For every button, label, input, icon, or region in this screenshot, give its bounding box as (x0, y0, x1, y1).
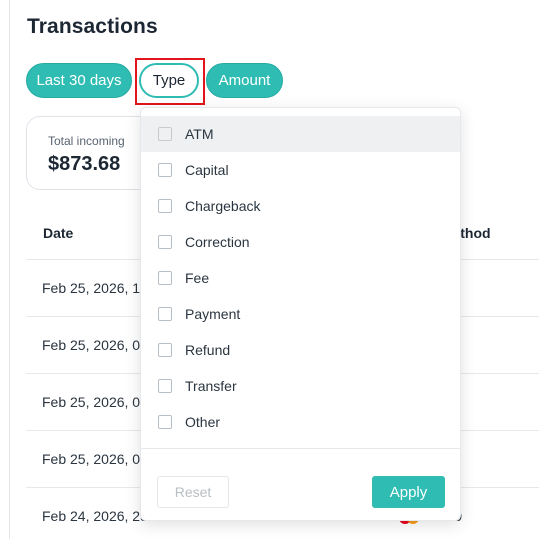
type-option-label: Chargeback (185, 198, 261, 214)
apply-button[interactable]: Apply (372, 476, 445, 508)
dropdown-divider (141, 448, 460, 449)
checkbox[interactable] (158, 379, 172, 393)
total-incoming-label: Total incoming (48, 134, 125, 148)
table-row-date[interactable]: Feb 25, 2026, 0 (42, 337, 140, 353)
total-incoming-value: $873.68 (48, 153, 121, 175)
checkbox[interactable] (158, 343, 172, 357)
page-title: Transactions (27, 15, 158, 38)
table-row-date[interactable]: Feb 25, 2026, 0 (42, 394, 140, 410)
type-option-label: Capital (185, 162, 229, 178)
type-option-label: Fee (185, 270, 210, 286)
type-option-transfer[interactable]: Transfer (141, 368, 460, 404)
type-option-label: Correction (185, 234, 250, 250)
type-filter-dropdown: ATM Capital Chargeback Correction Fee Pa… (140, 107, 461, 521)
checkbox[interactable] (158, 415, 172, 429)
type-option-capital[interactable]: Capital (141, 152, 460, 188)
checkbox[interactable] (158, 163, 172, 177)
type-filter-highlight (135, 58, 205, 105)
table-row-date[interactable]: Feb 25, 2026, 0 (42, 451, 140, 467)
type-option-label: Payment (185, 306, 241, 322)
type-option-label: Transfer (185, 378, 237, 394)
checkbox[interactable] (158, 235, 172, 249)
checkbox[interactable] (158, 199, 172, 213)
type-option-label: ATM (185, 126, 214, 142)
type-option-label: Refund (185, 342, 231, 358)
table-row-date[interactable]: Feb 25, 2026, 1 (42, 280, 140, 296)
type-option-atm[interactable]: ATM (141, 116, 460, 152)
type-option-correction[interactable]: Correction (141, 224, 460, 260)
type-option-label: Other (185, 414, 221, 430)
type-option-refund[interactable]: Refund (141, 332, 460, 368)
reset-button[interactable]: Reset (157, 476, 229, 508)
type-option-other[interactable]: Other (141, 404, 460, 440)
checkbox[interactable] (158, 307, 172, 321)
checkbox[interactable] (158, 271, 172, 285)
type-option-fee[interactable]: Fee (141, 260, 460, 296)
date-range-filter-chip[interactable]: Last 30 days (26, 63, 132, 98)
checkbox[interactable] (158, 127, 172, 141)
type-option-chargeback[interactable]: Chargeback (141, 188, 460, 224)
type-option-payment[interactable]: Payment (141, 296, 460, 332)
column-header-date[interactable]: Date (43, 225, 73, 241)
amount-filter-chip[interactable]: Amount (206, 63, 283, 98)
